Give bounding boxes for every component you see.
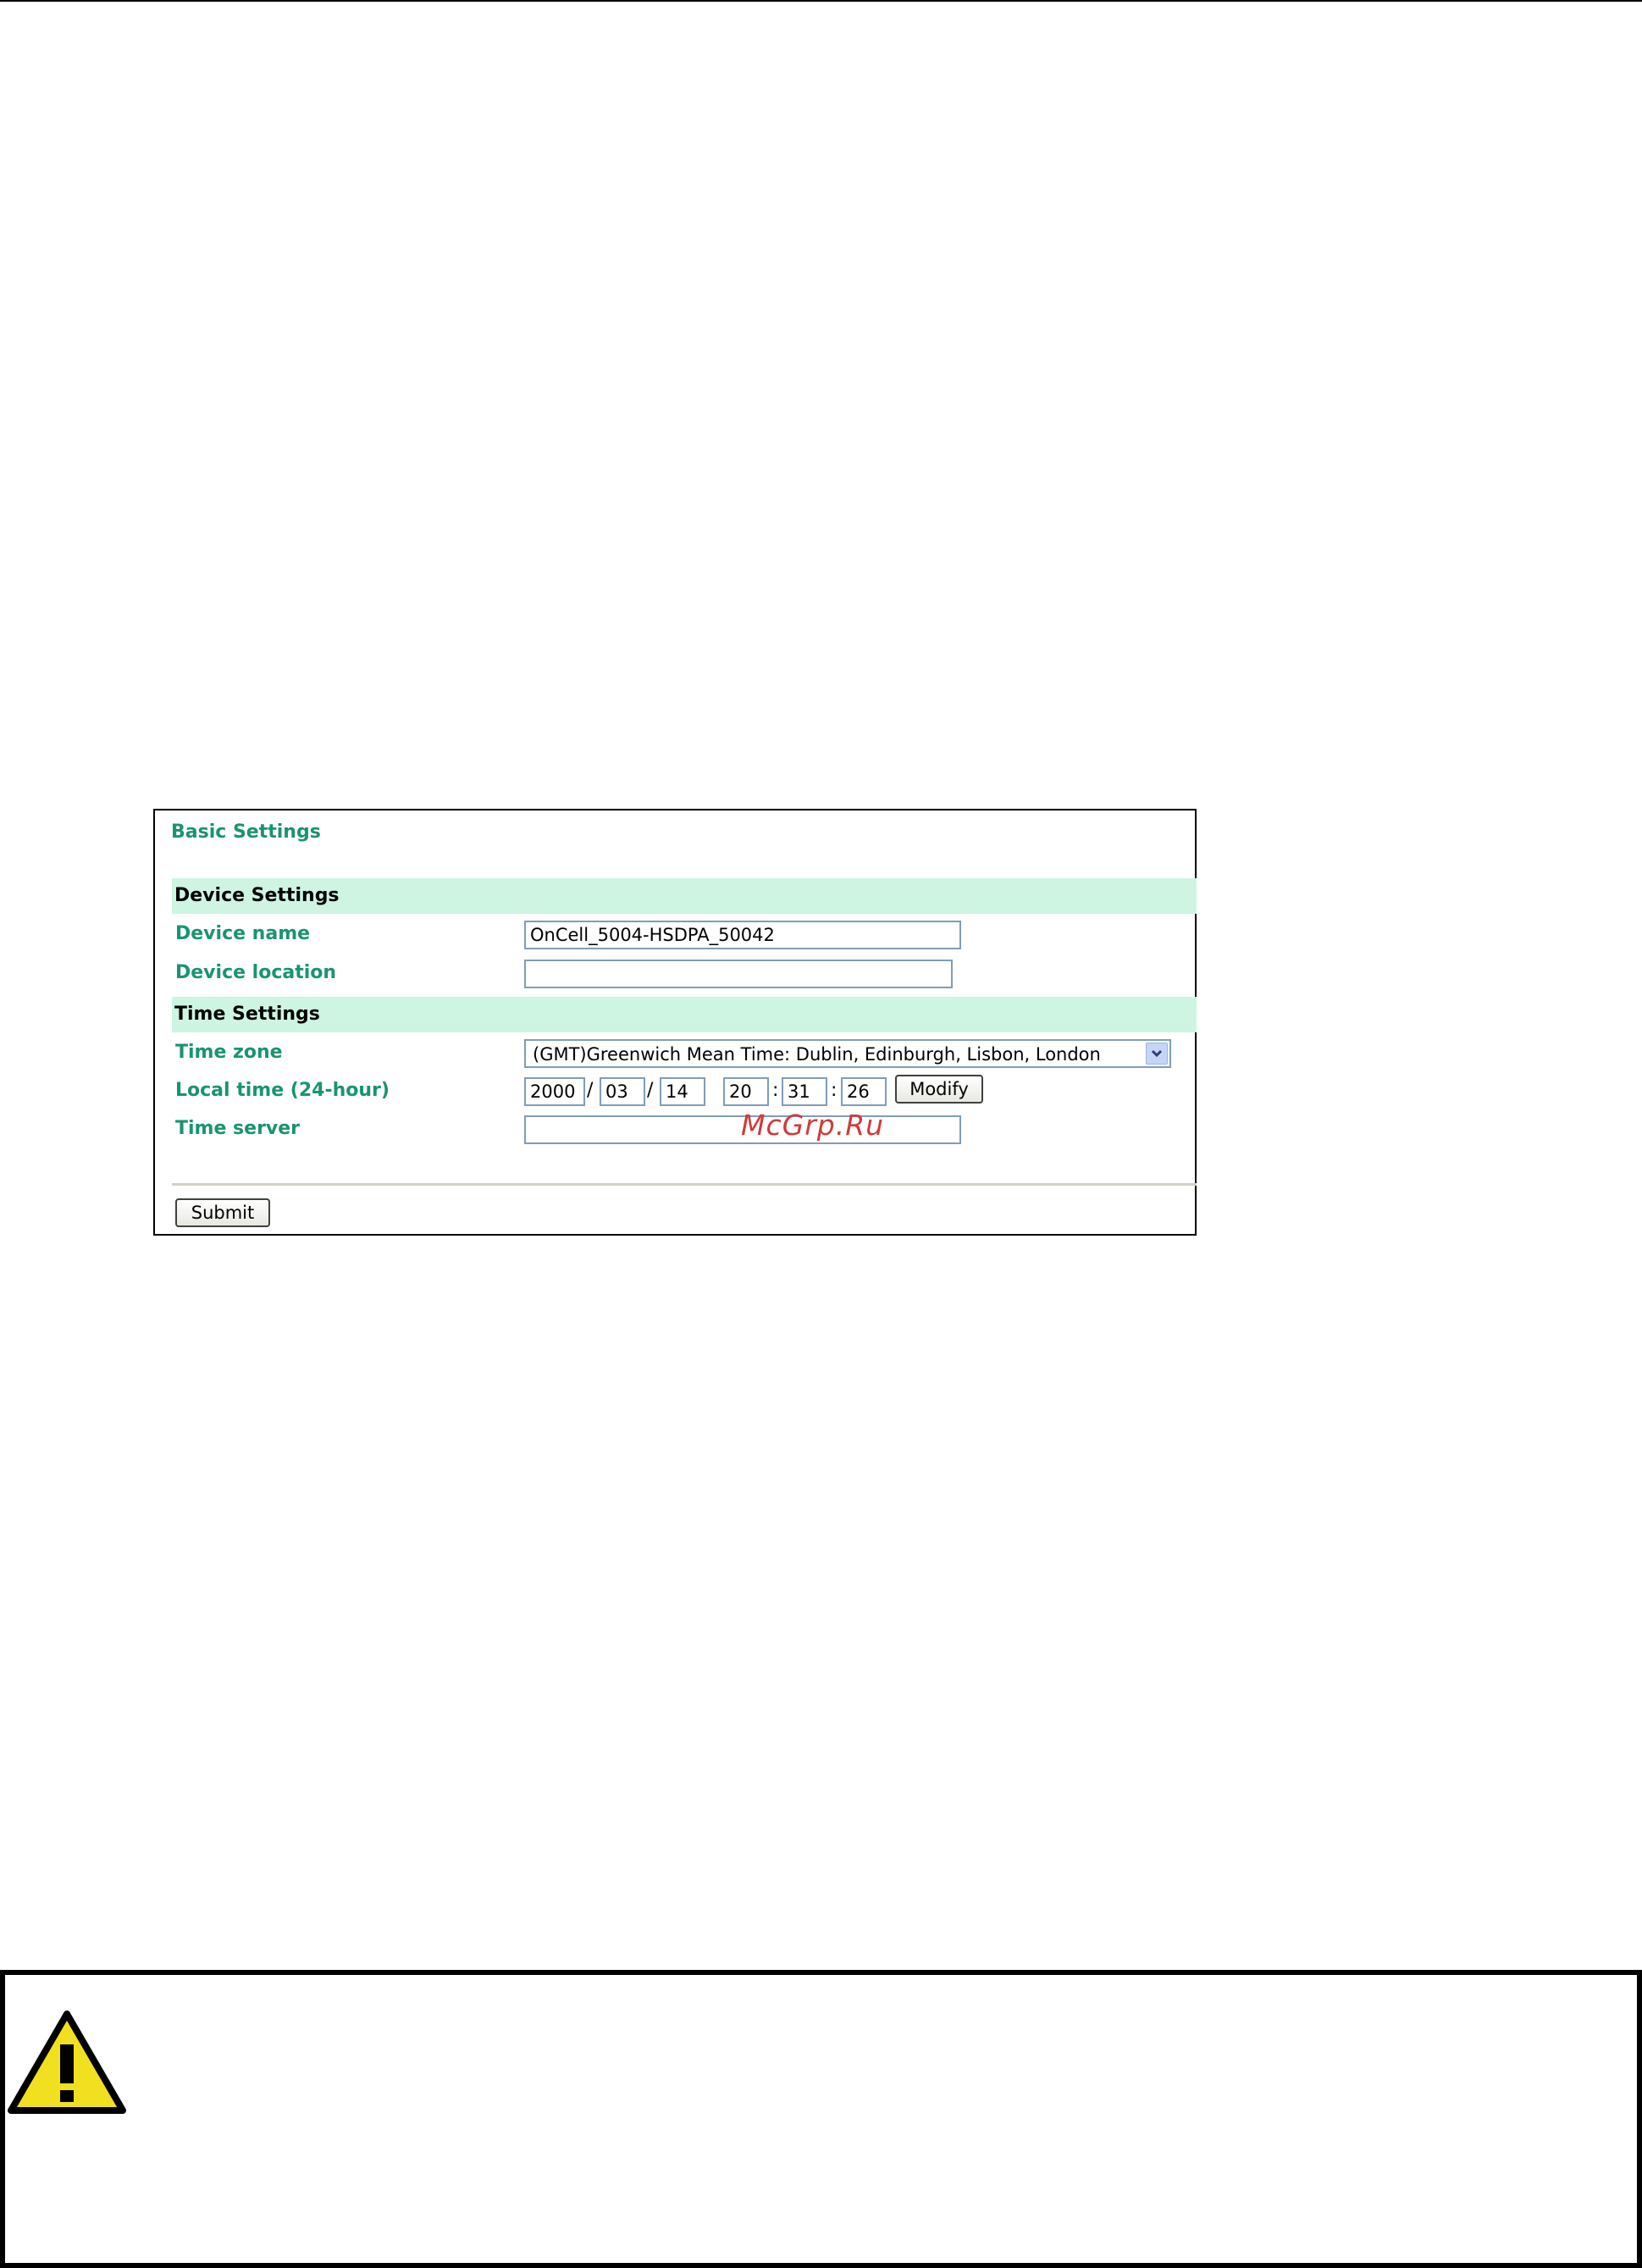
warning-triangle-icon — [8, 2011, 126, 2119]
local-time-minute-input[interactable] — [782, 1077, 827, 1106]
device-name-input[interactable] — [524, 921, 961, 949]
local-time-label: Local time (24-hour) — [175, 1080, 390, 1101]
basic-settings-panel: Basic Settings Device Settings Device na… — [153, 809, 1197, 1236]
local-time-hour-input[interactable] — [723, 1077, 769, 1106]
form-divider — [172, 1183, 1197, 1186]
time-settings-heading: Time Settings — [174, 1004, 320, 1025]
submit-button[interactable]: Submit — [175, 1198, 270, 1227]
device-name-label: Device name — [175, 923, 311, 944]
time-server-label: Time server — [175, 1118, 301, 1139]
date-separator: / — [587, 1080, 594, 1101]
time-settings-header: Time Settings — [172, 997, 1197, 1032]
local-time-year-input[interactable] — [524, 1077, 585, 1106]
local-time-day-input[interactable] — [660, 1077, 705, 1106]
time-zone-selected-value: (GMT)Greenwich Mean Time: Dublin, Edinbu… — [533, 1044, 1101, 1065]
time-zone-label: Time zone — [175, 1042, 283, 1063]
local-time-second-input[interactable] — [841, 1077, 887, 1106]
panel-title: Basic Settings — [171, 821, 321, 843]
time-separator: : — [831, 1080, 838, 1101]
chevron-down-icon[interactable] — [1146, 1043, 1168, 1065]
attention-box — [0, 1970, 1642, 2268]
date-separator: / — [647, 1080, 654, 1101]
local-time-month-input[interactable] — [600, 1077, 645, 1106]
watermark-text: McGrp.Ru — [741, 1109, 885, 1142]
page-top-rule — [0, 0, 1642, 2]
time-zone-select[interactable]: (GMT)Greenwich Mean Time: Dublin, Edinbu… — [524, 1039, 1171, 1068]
time-separator: : — [772, 1080, 779, 1101]
modify-button[interactable]: Modify — [895, 1075, 983, 1104]
device-location-label: Device location — [175, 962, 337, 983]
device-location-input[interactable] — [524, 960, 953, 988]
device-settings-heading: Device Settings — [174, 885, 340, 906]
device-settings-header: Device Settings — [172, 878, 1197, 914]
